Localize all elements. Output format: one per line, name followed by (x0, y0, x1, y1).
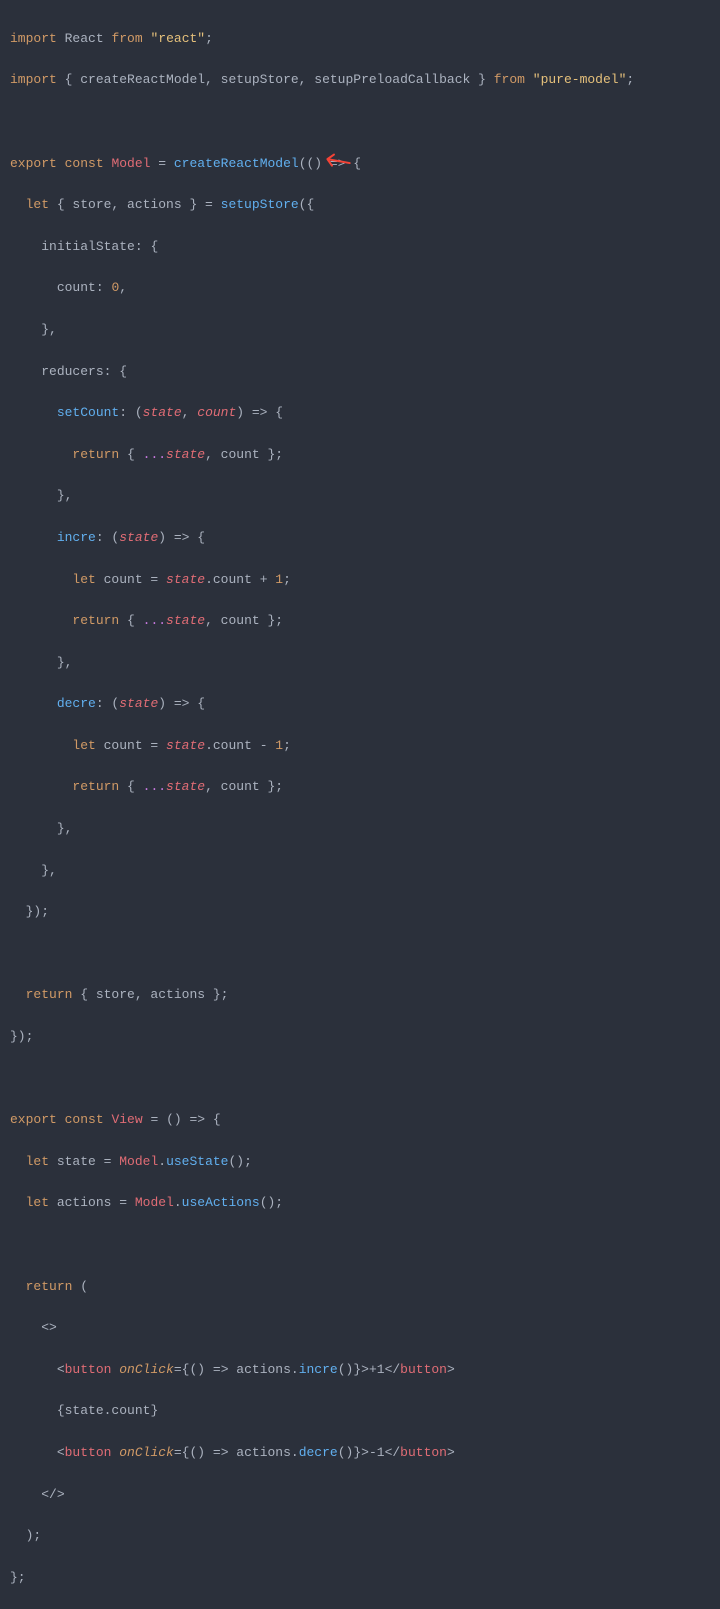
code-line: let { store, actions } = setupStore({ (10, 195, 710, 216)
code-line: }, (10, 819, 710, 840)
code-line: return { store, actions }; (10, 985, 710, 1006)
code-line (10, 944, 710, 965)
code-line: {state.count} (10, 1401, 710, 1422)
code-line: }, (10, 320, 710, 341)
code-line: count: 0, (10, 278, 710, 299)
code-line: export const View = () => { (10, 1110, 710, 1131)
code-line: <button onClick={() => actions.decre()}>… (10, 1443, 710, 1464)
code-line: }; (10, 1568, 710, 1589)
code-line (10, 1235, 710, 1256)
code-editor[interactable]: import React from "react"; import { crea… (10, 8, 710, 1609)
code-line: decre: (state) => { (10, 694, 710, 715)
code-line: }, (10, 653, 710, 674)
code-line: incre: (state) => { (10, 528, 710, 549)
code-line: }, (10, 486, 710, 507)
code-line: export const Model = createReactModel(()… (10, 154, 710, 175)
code-line: </> (10, 1485, 710, 1506)
code-line: let count = state.count - 1; (10, 736, 710, 757)
code-line: ); (10, 1526, 710, 1547)
code-line: return { ...state, count }; (10, 611, 710, 632)
code-line: initialState: { (10, 237, 710, 258)
code-line: let actions = Model.useActions(); (10, 1193, 710, 1214)
code-line: return { ...state, count }; (10, 777, 710, 798)
code-line: reducers: { (10, 362, 710, 383)
code-line: return ( (10, 1277, 710, 1298)
code-line: }); (10, 1027, 710, 1048)
code-line: let count = state.count + 1; (10, 570, 710, 591)
code-line: }); (10, 902, 710, 923)
code-line: }, (10, 861, 710, 882)
code-line (10, 112, 710, 133)
code-line: import { createReactModel, setupStore, s… (10, 70, 710, 91)
code-line: let state = Model.useState(); (10, 1152, 710, 1173)
code-line: <> (10, 1318, 710, 1339)
code-line: setCount: (state, count) => { (10, 403, 710, 424)
code-line: <button onClick={() => actions.incre()}>… (10, 1360, 710, 1381)
code-line (10, 1069, 710, 1090)
code-line: return { ...state, count }; (10, 445, 710, 466)
code-line: import React from "react"; (10, 29, 710, 50)
